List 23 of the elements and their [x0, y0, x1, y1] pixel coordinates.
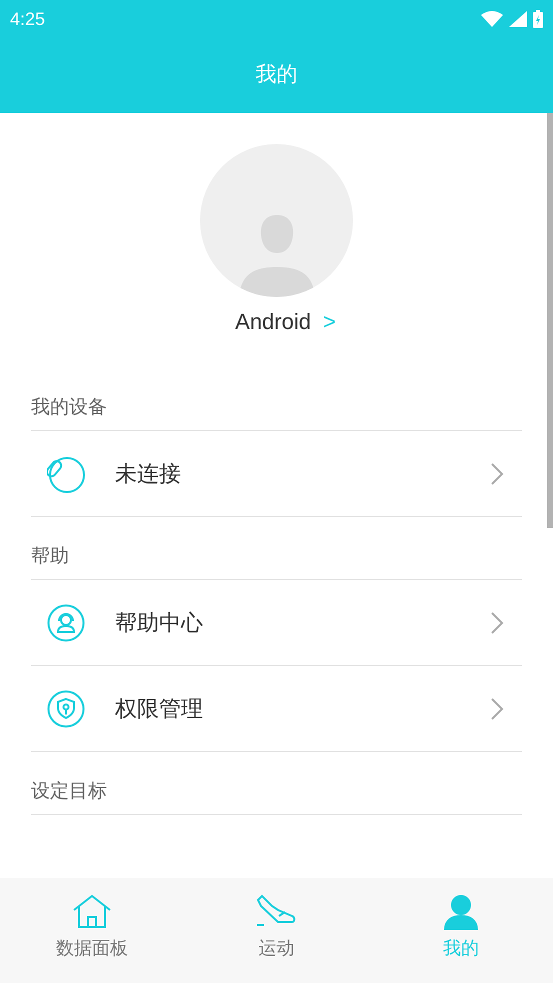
tab[interactable]: 数据面板 — [0, 878, 184, 983]
chevron-icon — [490, 610, 504, 634]
menu-item[interactable]: 帮助中心 — [31, 579, 522, 665]
battery-icon — [533, 10, 543, 28]
menu-item[interactable]: 权限管理 — [31, 665, 522, 751]
status-time: 4:25 — [10, 8, 46, 30]
section-title: 我的设备 — [31, 395, 107, 420]
wifi-icon — [481, 11, 503, 27]
tab[interactable]: 运动 — [184, 878, 369, 983]
person-silhouette-icon — [238, 213, 314, 297]
band-icon — [47, 454, 85, 492]
section-title: 设定目标 — [31, 779, 107, 804]
chevron-icon — [490, 696, 504, 720]
section-title: 帮助 — [31, 544, 69, 569]
menu-item[interactable]: 未连接 — [31, 430, 522, 516]
chevron-icon — [490, 462, 504, 486]
headset-icon — [47, 604, 85, 642]
signal-icon — [509, 11, 527, 27]
home-icon[interactable] — [72, 894, 112, 930]
page-title: 我的 — [256, 60, 298, 88]
person-icon[interactable] — [442, 894, 479, 930]
user-name[interactable]: Android — [235, 309, 311, 335]
shield-icon — [47, 690, 85, 728]
